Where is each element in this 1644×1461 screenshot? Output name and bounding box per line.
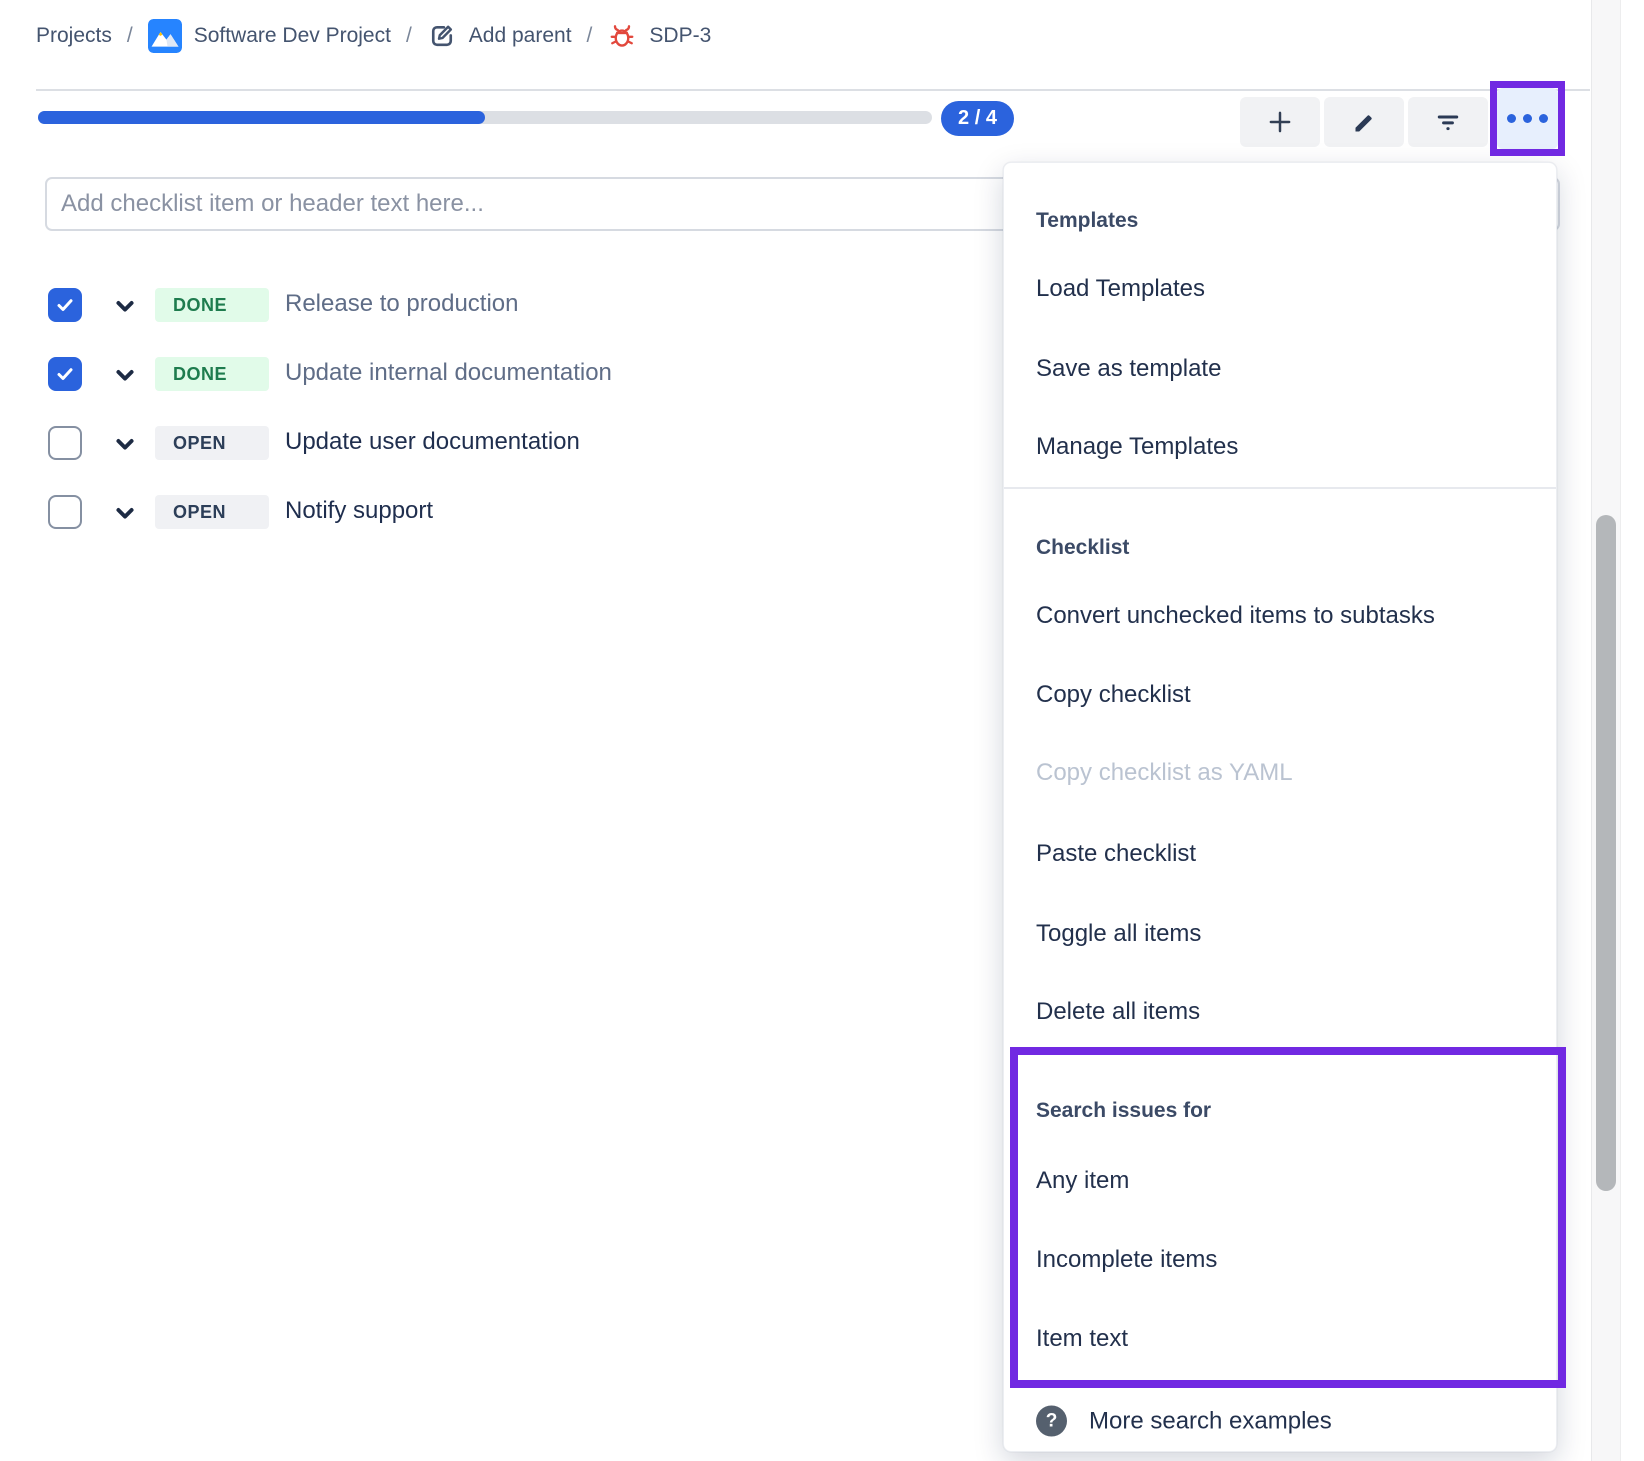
menu-item-more-search-examples[interactable]: ? More search examples xyxy=(1036,1406,1332,1437)
item-text[interactable]: Update user documentation xyxy=(285,428,580,456)
breadcrumb-projects-label: Projects xyxy=(36,24,112,48)
edit-checklist-button[interactable] xyxy=(1324,97,1404,147)
item-checkbox[interactable] xyxy=(48,357,82,391)
item-checkbox[interactable] xyxy=(48,495,82,529)
breadcrumb-project-link[interactable]: Software Dev Project xyxy=(148,19,391,53)
menu-item-item-text[interactable]: Item text xyxy=(1036,1325,1128,1353)
breadcrumb-separator: / xyxy=(587,24,593,48)
mountain-project-avatar-icon xyxy=(148,19,182,53)
filter-icon xyxy=(1434,108,1462,136)
menu-item-copy-checklist-yaml: Copy checklist as YAML xyxy=(1036,759,1293,787)
item-text[interactable]: Notify support xyxy=(285,497,433,525)
checklist-row: OPEN Notify support xyxy=(0,495,960,529)
item-text[interactable]: Release to production xyxy=(285,290,518,318)
menu-item-save-as-template[interactable]: Save as template xyxy=(1036,355,1221,383)
status-badge[interactable]: OPEN xyxy=(155,495,269,529)
status-badge[interactable]: DONE xyxy=(155,288,269,322)
filter-items-button[interactable] xyxy=(1408,97,1488,147)
checklist-progress-fill xyxy=(38,111,485,124)
breadcrumb-project-label: Software Dev Project xyxy=(194,24,391,48)
breadcrumb: Projects / Software Dev Project / Add pa… xyxy=(36,16,711,56)
menu-section-templates: Templates xyxy=(1036,209,1138,233)
more-actions-button[interactable] xyxy=(1497,88,1558,149)
add-item-button[interactable] xyxy=(1240,97,1320,147)
plus-icon xyxy=(1266,108,1294,136)
menu-item-manage-templates[interactable]: Manage Templates xyxy=(1036,433,1238,461)
pencil-icon xyxy=(1351,109,1378,136)
checklist-progress-bar xyxy=(38,111,932,124)
breadcrumb-separator: / xyxy=(406,24,412,48)
item-text[interactable]: Update internal documentation xyxy=(285,359,612,387)
status-badge[interactable]: DONE xyxy=(155,357,269,391)
menu-section-checklist: Checklist xyxy=(1036,536,1129,560)
checklist-row: DONE Update internal documentation xyxy=(0,357,960,391)
menu-item-any-item[interactable]: Any item xyxy=(1036,1167,1129,1195)
item-checkbox[interactable] xyxy=(48,426,82,460)
menu-item-load-templates[interactable]: Load Templates xyxy=(1036,275,1205,303)
menu-item-paste-checklist[interactable]: Paste checklist xyxy=(1036,840,1196,868)
edit-square-icon xyxy=(427,21,457,51)
menu-item-toggle-all-items[interactable]: Toggle all items xyxy=(1036,920,1201,948)
checkmark-icon xyxy=(55,295,75,315)
menu-section-search-issues-for: Search issues for xyxy=(1036,1099,1211,1123)
ellipsis-icon xyxy=(1504,110,1552,128)
question-circle-icon: ? xyxy=(1036,1406,1067,1437)
checklist-row: OPEN Update user documentation xyxy=(0,426,960,460)
chevron-down-icon[interactable] xyxy=(112,293,138,319)
more-actions-menu: Templates Load Templates Save as templat… xyxy=(1003,162,1557,1452)
more-search-examples-label: More search examples xyxy=(1089,1407,1332,1435)
bug-icon xyxy=(607,21,637,51)
checkmark-icon xyxy=(55,364,75,384)
checklist-row: DONE Release to production xyxy=(0,288,960,322)
breadcrumb-issue-label: SDP-3 xyxy=(649,24,711,48)
add-parent-button[interactable]: Add parent xyxy=(427,21,572,51)
chevron-down-icon[interactable] xyxy=(112,431,138,457)
breadcrumb-issue-link[interactable]: SDP-3 xyxy=(607,21,711,51)
header-divider xyxy=(36,89,1590,91)
menu-item-convert-unchecked[interactable]: Convert unchecked items to subtasks xyxy=(1036,602,1435,630)
scrollbar-thumb[interactable] xyxy=(1596,515,1616,1191)
menu-item-delete-all-items[interactable]: Delete all items xyxy=(1036,998,1200,1026)
menu-item-copy-checklist[interactable]: Copy checklist xyxy=(1036,681,1191,709)
menu-divider xyxy=(1004,487,1556,489)
breadcrumb-projects-link[interactable]: Projects xyxy=(36,24,112,48)
progress-count-badge: 2 / 4 xyxy=(941,101,1014,136)
breadcrumb-separator: / xyxy=(127,24,133,48)
menu-item-incomplete-items[interactable]: Incomplete items xyxy=(1036,1246,1217,1274)
chevron-down-icon[interactable] xyxy=(112,362,138,388)
add-parent-label: Add parent xyxy=(469,24,572,48)
item-checkbox[interactable] xyxy=(48,288,82,322)
status-badge[interactable]: OPEN xyxy=(155,426,269,460)
chevron-down-icon[interactable] xyxy=(112,500,138,526)
